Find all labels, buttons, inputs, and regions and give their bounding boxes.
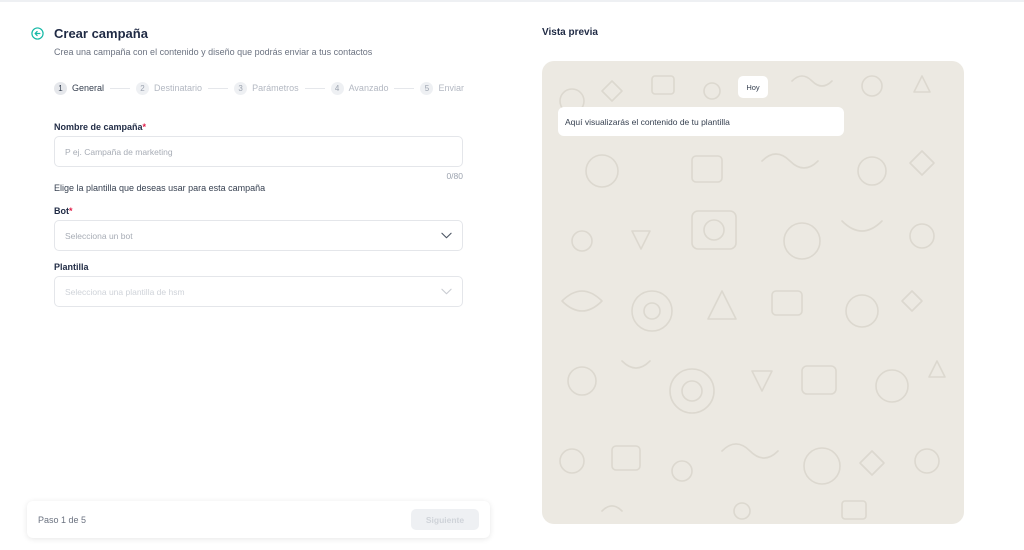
chevron-down-icon — [441, 288, 452, 295]
step-number: 3 — [234, 81, 248, 95]
arrow-left-circle-icon[interactable] — [31, 27, 44, 40]
step-number: 1 — [54, 81, 67, 95]
date-chip: Hoy — [738, 76, 768, 98]
step-number: 4 — [330, 81, 344, 95]
template-helper-text: Elige la plantilla que deseas usar para … — [54, 183, 266, 193]
step-number: 5 — [420, 81, 434, 95]
bot-select[interactable]: Selecciona un bot — [54, 220, 463, 251]
step-progress-text: Paso 1 de 5 — [38, 514, 87, 525]
preview-title: Vista previa — [542, 27, 598, 38]
page-subtitle: Crea una campaña con el contenido y dise… — [54, 47, 373, 57]
bot-label: Bot* — [54, 206, 73, 216]
campaign-name-input[interactable]: P ej. Campaña de marketing — [54, 136, 463, 167]
bot-label-text: Bot — [54, 206, 69, 216]
template-select-placeholder: Selecciona una plantilla de hsm — [65, 286, 185, 297]
message-bubble: Aquí visualizarás el contenido de tu pla… — [558, 107, 844, 136]
template-select[interactable]: Selecciona una plantilla de hsm — [54, 276, 463, 307]
step-label: Avanzado — [348, 83, 389, 93]
chevron-down-icon — [441, 232, 452, 239]
step-connector — [110, 87, 131, 89]
step-connector — [394, 87, 415, 89]
campaign-name-label: Nombre de campaña* — [54, 122, 146, 132]
chat-preview: Hoy Aquí visualizarás el contenido de tu… — [542, 61, 964, 524]
wizard-footer: Paso 1 de 5 Siguiente — [27, 501, 490, 538]
stepper: 1 General 2 Destinatario 3 Parámetros 4 … — [54, 80, 464, 96]
page-title: Crear campaña — [54, 26, 148, 41]
step-label: Parámetros — [252, 83, 299, 93]
step-enviar[interactable]: 5 Enviar — [420, 81, 464, 95]
step-label: Enviar — [438, 83, 464, 93]
step-label: General — [72, 83, 105, 93]
top-divider — [0, 0, 1024, 2]
step-parametros[interactable]: 3 Parámetros — [234, 81, 299, 95]
bot-select-placeholder: Selecciona un bot — [65, 230, 133, 241]
required-mark: * — [142, 122, 147, 132]
campaign-name-placeholder: P ej. Campaña de marketing — [65, 146, 173, 157]
next-button[interactable]: Siguiente — [411, 509, 479, 530]
step-connector — [304, 87, 325, 89]
step-connector — [208, 87, 229, 89]
required-mark: * — [69, 206, 73, 216]
step-label: Destinatario — [154, 83, 203, 93]
step-general[interactable]: 1 General — [54, 81, 105, 95]
step-avanzado[interactable]: 4 Avanzado — [330, 81, 389, 95]
campaign-name-label-text: Nombre de campaña — [54, 122, 143, 132]
char-counter: 0/80 — [446, 171, 463, 181]
step-destinatario[interactable]: 2 Destinatario — [136, 81, 203, 95]
template-label: Plantilla — [54, 262, 89, 272]
step-number: 2 — [136, 81, 150, 95]
